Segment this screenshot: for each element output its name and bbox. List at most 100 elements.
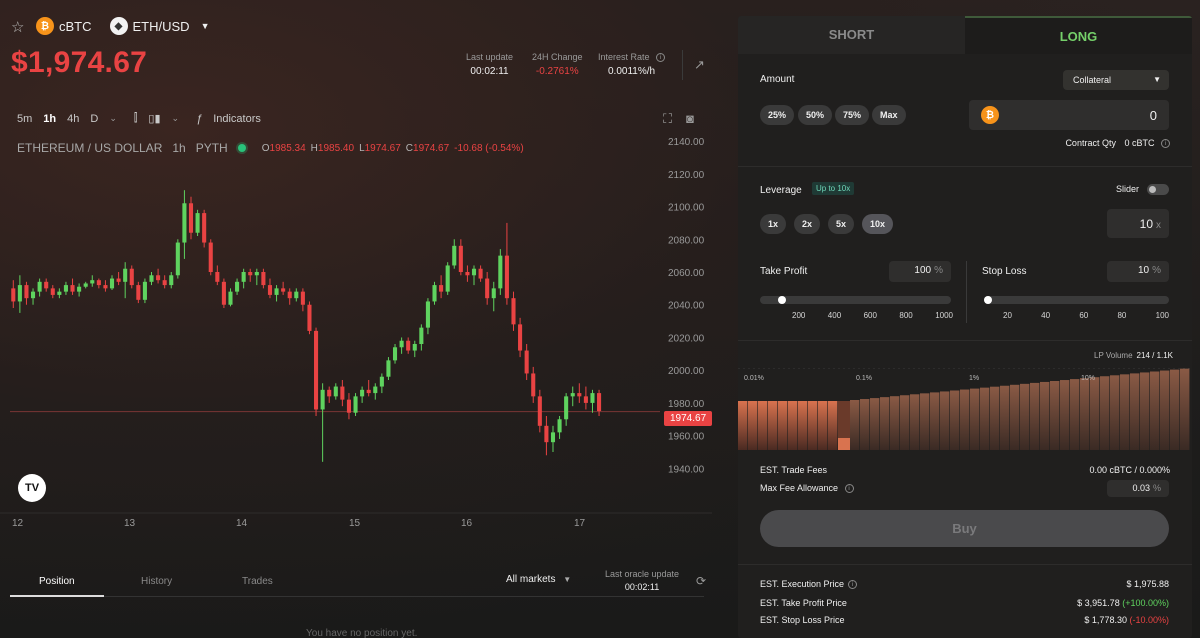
stat-label: 24H Change bbox=[532, 52, 583, 62]
candle-body bbox=[557, 419, 562, 433]
candle-body bbox=[412, 344, 417, 351]
lp-bar bbox=[890, 396, 900, 450]
lp-bar bbox=[980, 387, 990, 450]
legend-ohlc: O1985.34 H1985.40 L1974.67 C1974.67 -10.… bbox=[262, 143, 524, 154]
candle-body bbox=[30, 291, 36, 299]
sl-price-row: EST. Stop Loss Price $ 1,778.30 (-10.00%… bbox=[760, 615, 1169, 625]
amount-preset-25[interactable]: 25% bbox=[760, 105, 795, 125]
leverage-preset-1x[interactable]: 1x bbox=[760, 214, 787, 234]
leverage-preset-2x[interactable]: 2x bbox=[794, 214, 821, 234]
interval-d[interactable]: D bbox=[90, 113, 98, 125]
external-link-icon[interactable]: ↗ bbox=[694, 57, 705, 73]
market-selector[interactable]: ₿ cBTC ◆ ETH/USD ▼ bbox=[36, 17, 209, 35]
tradingview-logo-icon[interactable]: TV bbox=[18, 474, 46, 502]
chevron-down-icon[interactable]: ⌄ bbox=[109, 113, 117, 124]
candle-body bbox=[202, 213, 207, 243]
camera-icon[interactable]: ◙ bbox=[686, 111, 694, 127]
amount-input[interactable]: ₿ 0 bbox=[969, 100, 1169, 130]
ohlc-low: 1974.67 bbox=[364, 142, 401, 154]
max-fee-input[interactable]: 0.03% bbox=[1107, 480, 1169, 497]
y-tick-label: 2040.00 bbox=[668, 301, 705, 312]
info-icon[interactable]: i bbox=[844, 484, 854, 494]
candle-body bbox=[346, 399, 351, 413]
bottom-tabs: Position History Trades bbox=[10, 570, 704, 597]
amount-preset-75[interactable]: 75% bbox=[835, 105, 870, 125]
candle-body bbox=[300, 291, 305, 305]
amount-preset-max[interactable]: Max bbox=[872, 105, 906, 125]
stat-last-update: Last update 00:02:11 bbox=[466, 52, 513, 77]
candle-body bbox=[195, 213, 200, 233]
candle-body bbox=[511, 298, 516, 325]
leverage-badge: Up to 10x bbox=[812, 182, 855, 195]
function-icon[interactable]: ƒ bbox=[196, 113, 202, 125]
amount-preset-50[interactable]: 50% bbox=[798, 105, 833, 125]
interval-4h[interactable]: 4h bbox=[67, 113, 79, 125]
lp-bar bbox=[900, 395, 910, 450]
lp-volume-value: 214 / 1.1K bbox=[1136, 351, 1174, 360]
stop-loss-slider[interactable] bbox=[984, 296, 1169, 304]
market-label: ETH/USD bbox=[132, 18, 190, 34]
lp-bar bbox=[970, 388, 980, 450]
leverage-unit: x bbox=[1156, 220, 1161, 231]
collateral-select[interactable]: Collateral ▼ bbox=[1063, 70, 1169, 90]
take-profit-input[interactable]: 100% bbox=[889, 261, 951, 282]
eth-coin-icon: ◆ bbox=[109, 17, 128, 35]
fullscreen-icon[interactable]: ⛶ bbox=[663, 111, 672, 127]
x-tick-label: 16 bbox=[461, 518, 473, 529]
tick-label: 40 bbox=[1041, 311, 1051, 320]
sl-price-change: (-10.00%) bbox=[1129, 615, 1169, 625]
price-chart[interactable]: 2140.00 2120.00 2100.00 2080.00 2060.00 2040.… bbox=[0, 128, 720, 540]
interval-5m[interactable]: 5m bbox=[17, 113, 32, 125]
leverage-input[interactable]: 10 x bbox=[1107, 209, 1169, 238]
take-profit-slider-thumb[interactable] bbox=[777, 296, 786, 304]
stop-loss-slider-thumb[interactable] bbox=[984, 296, 992, 304]
info-icon[interactable]: i bbox=[848, 580, 858, 590]
candle-style-icon[interactable]: ▯▮ bbox=[148, 112, 160, 125]
stop-loss-label: Stop Loss bbox=[982, 266, 1027, 277]
candle-body bbox=[583, 396, 588, 403]
candle-body bbox=[24, 285, 29, 299]
y-tick-label: 2080.00 bbox=[668, 235, 705, 246]
candle-body bbox=[11, 288, 16, 302]
candle-body bbox=[281, 288, 286, 292]
indicators-button[interactable]: Indicators bbox=[213, 113, 261, 125]
stop-loss-input[interactable]: 10% bbox=[1107, 261, 1169, 282]
tick-label: 400 bbox=[827, 311, 842, 320]
ohlc-change: -10.68 (-0.54%) bbox=[454, 142, 524, 154]
candle-body bbox=[188, 203, 194, 233]
tab-long[interactable]: LONG bbox=[965, 16, 1192, 54]
interval-1h[interactable]: 1h bbox=[43, 113, 56, 125]
lp-bar bbox=[1040, 381, 1050, 450]
candle-body bbox=[267, 285, 273, 295]
market-filter-select[interactable]: All markets ▼ bbox=[506, 574, 571, 585]
contract-qty: Contract Qty 0 cBTC i bbox=[1065, 138, 1170, 149]
candle-body bbox=[57, 291, 62, 295]
lp-bar bbox=[880, 397, 890, 450]
lp-bar bbox=[1000, 385, 1010, 450]
bar-style-icon[interactable]: ⫿ bbox=[134, 112, 138, 125]
candle-body bbox=[564, 396, 569, 420]
lp-bar bbox=[990, 386, 1000, 450]
favorite-star-icon[interactable]: ☆ bbox=[11, 18, 24, 36]
chevron-down-icon[interactable]: ⌄ bbox=[172, 113, 180, 124]
divider bbox=[966, 261, 967, 323]
take-profit-slider[interactable] bbox=[760, 296, 951, 304]
slider-toggle[interactable] bbox=[1147, 184, 1169, 195]
refresh-icon[interactable]: ⟳ bbox=[696, 574, 706, 588]
buy-button[interactable]: Buy bbox=[760, 510, 1169, 547]
info-icon[interactable]: i bbox=[1161, 139, 1170, 149]
slider-toggle-label: Slider bbox=[1116, 184, 1140, 194]
candle-body bbox=[366, 389, 371, 394]
tab-short[interactable]: SHORT bbox=[738, 16, 965, 54]
lp-bar bbox=[1050, 381, 1060, 450]
chevron-down-icon[interactable]: ▼ bbox=[201, 21, 210, 31]
tab-position[interactable]: Position bbox=[39, 576, 75, 587]
tab-history[interactable]: History bbox=[141, 576, 172, 587]
take-profit-unit: % bbox=[934, 265, 943, 276]
leverage-preset-10x[interactable]: 10x bbox=[862, 214, 894, 234]
info-icon[interactable]: i bbox=[656, 53, 666, 63]
lp-bar bbox=[748, 401, 758, 450]
stop-loss-ticks: 20 40 60 80 100 bbox=[1003, 311, 1169, 320]
tab-trades[interactable]: Trades bbox=[242, 576, 273, 587]
leverage-preset-5x[interactable]: 5x bbox=[828, 214, 855, 234]
